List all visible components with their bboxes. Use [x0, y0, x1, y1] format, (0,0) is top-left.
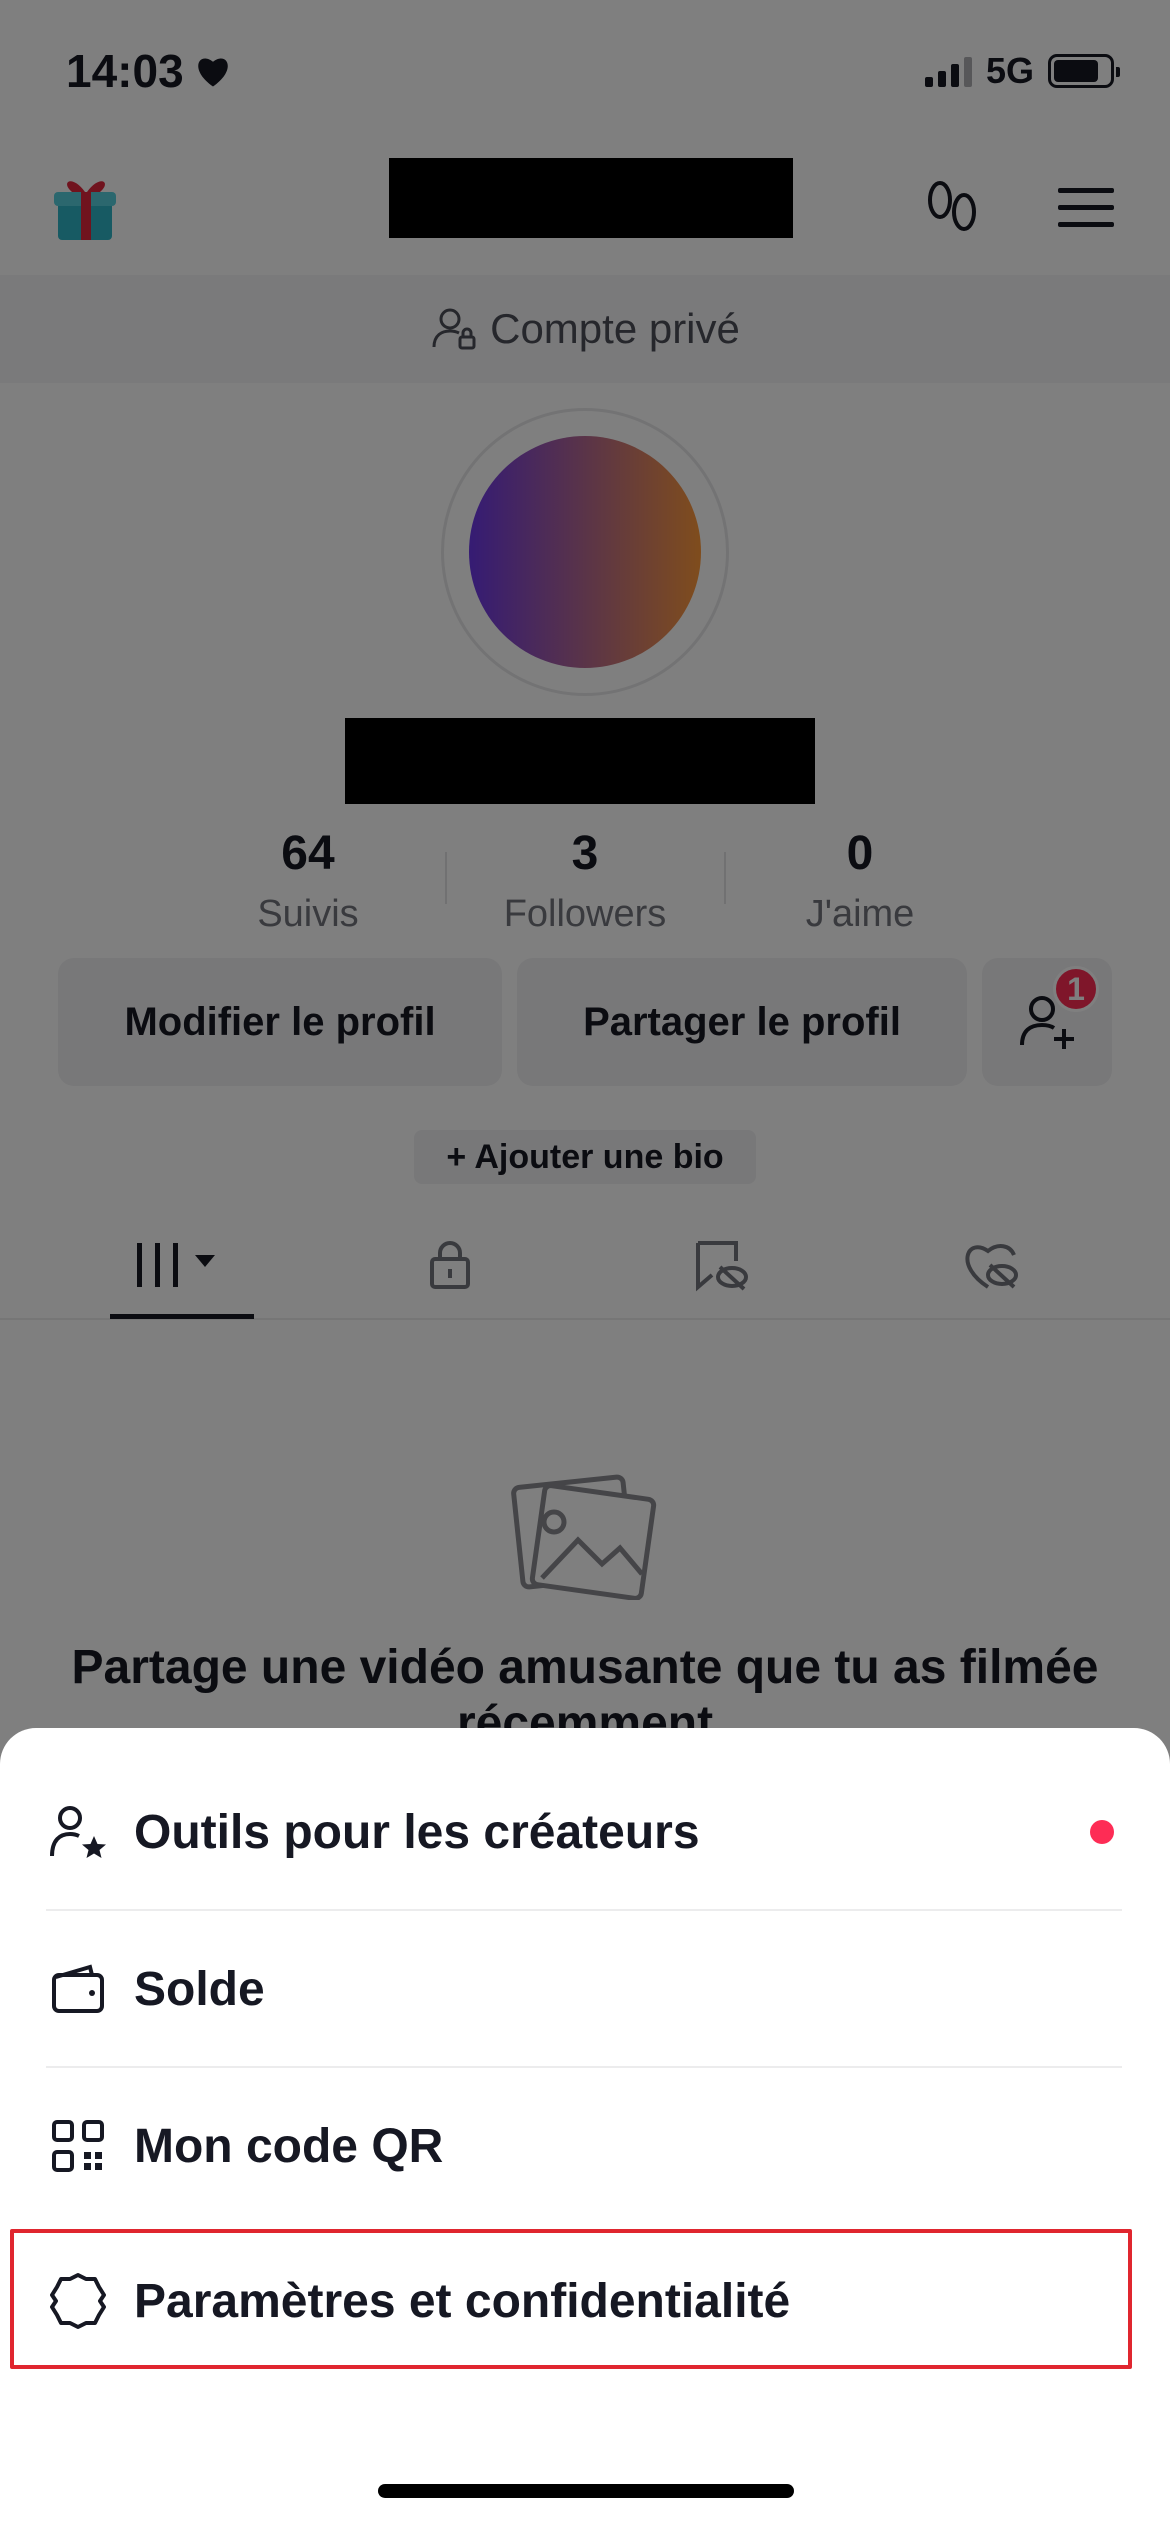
menu-item-qr-code[interactable]: Mon code QR	[46, 2068, 1122, 2224]
menu-item-label: Outils pour les créateurs	[134, 1805, 700, 1859]
qr-code-icon	[46, 2114, 110, 2178]
menu-item-creator-tools[interactable]: Outils pour les créateurs	[46, 1754, 1122, 1910]
profile-menu-sheet: Outils pour les créateurs Solde Mon code…	[0, 1728, 1170, 2532]
creator-star-icon	[46, 1800, 110, 1864]
profile-screen: 14:03 5G	[0, 0, 1170, 2532]
menu-item-label: Mon code QR	[134, 2119, 444, 2173]
home-indicator	[378, 2484, 794, 2498]
notification-dot	[1090, 1820, 1114, 1844]
wallet-icon	[46, 1957, 110, 2021]
menu-item-balance[interactable]: Solde	[46, 1911, 1122, 2067]
menu-item-label: Solde	[134, 1962, 265, 2016]
highlight-annotation-box	[10, 2229, 1132, 2369]
